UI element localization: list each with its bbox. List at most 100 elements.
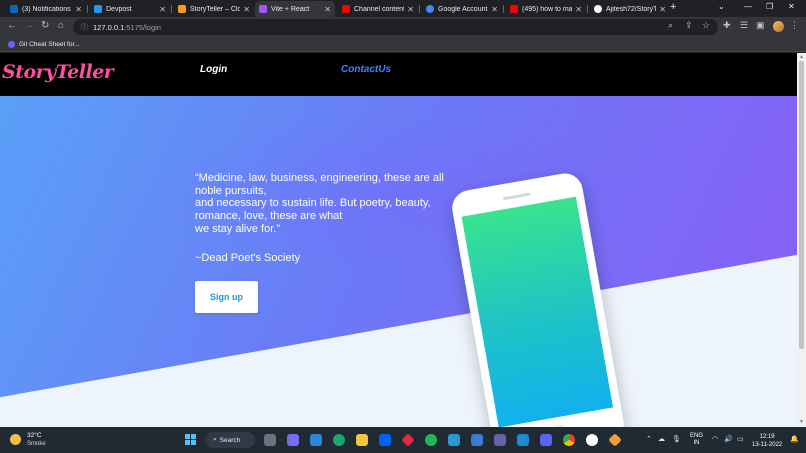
tab-devpost[interactable]: Devpost ✕ <box>90 1 170 17</box>
notification-bell-icon[interactable]: 🔔 <box>790 435 799 443</box>
address-bar[interactable]: ⓘ 127.0.0.1:5175/login <box>73 19 718 35</box>
terminal-icon[interactable] <box>448 434 460 446</box>
signup-button[interactable]: Sign up <box>195 281 258 313</box>
url-text: 127.0.0.1:5175/login <box>93 22 161 32</box>
close-icon[interactable]: ✕ <box>159 5 166 14</box>
tab-linkedin-notifications[interactable]: (3) Notifications | ✕ <box>6 1 86 17</box>
scrollbar-thumb[interactable] <box>799 61 804 349</box>
remote-desktop-icon[interactable] <box>471 434 483 446</box>
quote-line: romance, love, these are what <box>195 210 343 223</box>
quote-line: we stay alive for.” <box>195 222 280 235</box>
youtube-icon <box>510 5 518 13</box>
nav-login-link[interactable]: Login <box>200 64 227 75</box>
minimize-icon[interactable]: — <box>744 2 752 11</box>
input-language[interactable]: ENG IN <box>690 433 703 447</box>
tab-storyteller-cloud[interactable]: StoryTeller – Clou ✕ <box>174 1 254 17</box>
bookmark-star-icon[interactable]: ☆ <box>702 20 710 31</box>
microphone-icon[interactable]: 🎙 <box>672 435 681 443</box>
bookmark-favicon-icon <box>8 40 15 48</box>
tab-google-account[interactable]: Google Account ✕ <box>422 1 502 17</box>
more-menu-icon[interactable]: ⋮ <box>790 20 799 31</box>
page-scrollbar[interactable]: ▲ ▼ <box>797 53 806 427</box>
close-icon[interactable]: ✕ <box>491 5 498 14</box>
tab-title: StoryTeller – Clou <box>190 5 241 13</box>
reading-list-icon[interactable]: ☰ <box>740 20 748 31</box>
quote-attribution: ~Dead Poet's Society <box>195 252 301 264</box>
quote-line: noble pursuits, <box>195 184 267 197</box>
search-icon: ⌕ <box>213 436 217 443</box>
file-explorer-icon[interactable] <box>356 434 368 446</box>
tab-divider <box>587 5 588 13</box>
weather-temperature[interactable]: 32°C <box>27 432 42 439</box>
discord-icon[interactable] <box>540 434 552 446</box>
folder-icon <box>178 5 186 13</box>
tab-divider <box>171 5 172 13</box>
site-navbar: StoryTeller Login ContactUs <box>0 53 797 96</box>
extensions-puzzle-icon[interactable]: ✚ <box>723 20 731 31</box>
close-icon[interactable]: ✕ <box>407 5 414 14</box>
scroll-up-arrow-icon[interactable]: ▲ <box>799 54 804 60</box>
side-panel-icon[interactable]: ▣ <box>756 20 765 31</box>
tab-divider <box>419 5 420 13</box>
vscode-icon[interactable] <box>517 434 529 446</box>
task-view-icon[interactable] <box>264 434 276 446</box>
hero-quote: “Medicine, law, business, engineering, t… <box>195 172 460 236</box>
tab-github-storyteller[interactable]: Ajitesh72/StoryTe ✕ <box>590 1 670 17</box>
tab-vite-react[interactable]: Vite + React ✕ <box>255 1 335 17</box>
tab-divider <box>503 5 504 13</box>
close-icon[interactable]: ✕ <box>243 5 250 14</box>
teams-icon[interactable] <box>494 434 506 446</box>
close-icon[interactable]: ✕ <box>324 5 331 14</box>
zoom-search-icon[interactable]: ⌕ <box>668 20 673 31</box>
tab-search-chevron-icon[interactable]: ⌄ <box>718 2 725 11</box>
info-icon[interactable]: ⓘ <box>81 22 88 32</box>
close-icon[interactable]: ✕ <box>75 5 82 14</box>
teams-chat-icon[interactable] <box>287 434 299 446</box>
google-icon <box>426 5 434 13</box>
dropbox-icon[interactable] <box>379 434 391 446</box>
nav-contact-link[interactable]: ContactUs <box>341 64 391 75</box>
cloud-icon[interactable]: ☁ <box>658 435 665 443</box>
chrome-icon[interactable] <box>563 434 575 446</box>
quote-line: “Medicine, law, business, engineering, t… <box>195 172 444 184</box>
battery-icon[interactable]: ▭ <box>737 435 744 443</box>
media-player-icon[interactable] <box>586 434 598 446</box>
region-code: IN <box>693 440 700 446</box>
tab-youtube-how-to[interactable]: (495) how to mak ✕ <box>506 1 586 17</box>
scroll-down-arrow-icon[interactable]: ▼ <box>799 419 804 425</box>
linkedin-icon <box>10 5 18 13</box>
site-logo[interactable]: StoryTeller <box>2 61 114 83</box>
bookmark-git-cheat-sheet[interactable]: Git Cheat Sheet for... <box>19 41 80 48</box>
home-icon[interactable]: ⌂ <box>58 20 64 31</box>
weather-icon[interactable] <box>10 434 21 445</box>
browser-toolbar: ← → ↻ ⌂ ⓘ 127.0.0.1:5175/login ⌕ ⇪ ☆ ✚ ☰… <box>0 17 806 37</box>
system-clock[interactable]: 12:19 13-11-2022 <box>752 433 782 449</box>
tab-title: Devpost <box>106 5 132 13</box>
phone-speaker <box>502 192 531 201</box>
reload-icon[interactable]: ↻ <box>41 20 49 31</box>
edge-icon[interactable] <box>333 434 345 446</box>
tab-title: (495) how to mak <box>522 5 573 13</box>
spotify-icon[interactable] <box>425 434 437 446</box>
youtube-icon <box>342 5 350 13</box>
tray-chevron-up-icon[interactable]: ⌃ <box>646 435 652 443</box>
close-icon[interactable]: ✕ <box>659 5 666 14</box>
share-icon[interactable]: ⇪ <box>685 20 693 31</box>
forward-arrow-icon[interactable]: → <box>24 20 34 31</box>
weather-condition[interactable]: Smoke <box>27 441 46 447</box>
close-icon[interactable]: ✕ <box>575 5 582 14</box>
tab-channel-content[interactable]: Channel content ✕ <box>338 1 418 17</box>
window-close-icon[interactable]: ✕ <box>788 2 795 11</box>
volume-icon[interactable]: 🔊 <box>724 435 733 443</box>
start-button[interactable] <box>185 434 196 445</box>
app-icon[interactable] <box>608 433 622 447</box>
devpost-icon <box>94 5 102 13</box>
back-arrow-icon[interactable]: ← <box>7 20 17 31</box>
taskbar-search[interactable]: ⌕ Search <box>205 432 255 448</box>
new-tab-button[interactable]: + <box>670 1 676 13</box>
git-app-icon[interactable] <box>401 433 415 447</box>
profile-avatar[interactable] <box>773 21 784 32</box>
restore-icon[interactable]: ❐ <box>766 2 773 11</box>
mail-icon[interactable] <box>310 434 322 446</box>
wifi-icon[interactable]: ◠ <box>712 435 718 443</box>
